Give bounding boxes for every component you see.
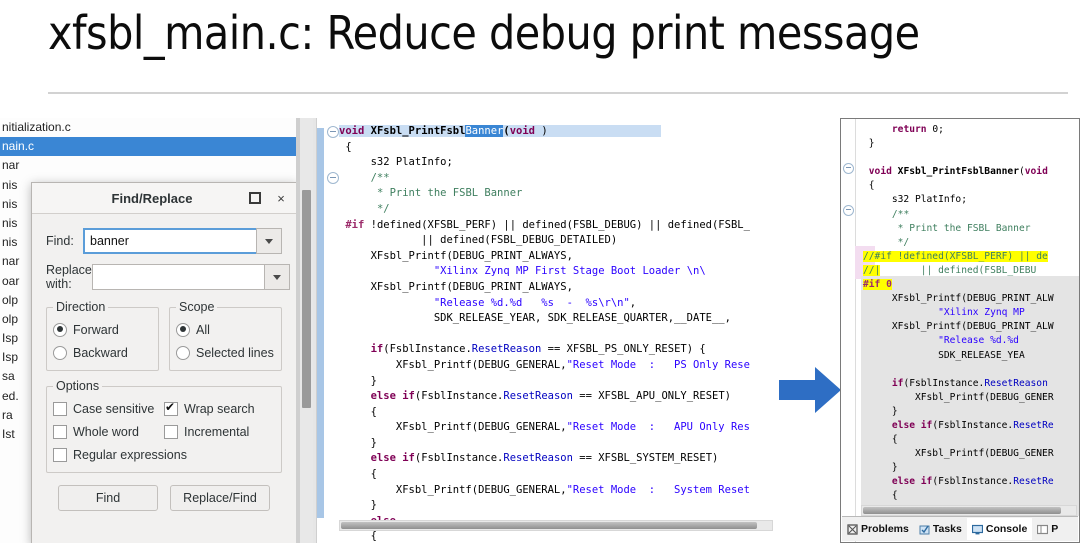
options-group: Options Case sensitive Wrap search Whole w… [46, 379, 282, 473]
direction-option-backward[interactable]: Backward [53, 341, 152, 364]
option-case-sensitive[interactable]: Case sensitive [53, 397, 164, 420]
dialog-titlebar[interactable]: Find/Replace × [32, 183, 296, 214]
option-label: Incremental [184, 424, 250, 439]
option-label: Regular expressions [73, 447, 187, 462]
replace-combo[interactable] [91, 264, 290, 290]
option-wrap-search[interactable]: Wrap search [164, 397, 275, 420]
option-label: Wrap search [184, 401, 255, 416]
radio-icon[interactable] [53, 322, 67, 337]
scope-option-all[interactable]: All [176, 318, 275, 341]
checkbox-icon[interactable] [53, 424, 67, 439]
option-whole-word[interactable]: Whole word [53, 420, 164, 443]
replace-input[interactable] [91, 264, 264, 290]
option-label: All [196, 322, 210, 337]
explorer-vscrollbar[interactable] [300, 118, 313, 543]
explorer-vscroll-thumb[interactable] [302, 190, 311, 408]
direction-options[interactable]: Forward Backward [53, 318, 152, 364]
scope-group: Scope All Selected lines [169, 300, 282, 371]
radio-icon[interactable] [176, 322, 190, 337]
file-list-item[interactable]: nitialization.c [0, 118, 300, 137]
editor-change-bar [317, 128, 324, 518]
fold-collapse-icon[interactable] [327, 172, 339, 184]
ide-screenshot: nitialization.c nain.c nar nis nis nis nis nar o… [0, 118, 1080, 543]
view-tab-problems[interactable]: Problems [842, 523, 914, 535]
view-tab-console[interactable]: Console [966, 518, 1033, 540]
option-label: Whole word [73, 424, 139, 439]
options-legend: Options [56, 379, 100, 393]
close-icon[interactable]: × [270, 187, 292, 209]
checkbox-icon[interactable] [53, 447, 67, 462]
editor-hscroll-thumb[interactable] [341, 522, 757, 529]
slide-root: xfsbl_main.c: Reduce debug print message… [0, 0, 1080, 543]
direction-option-forward[interactable]: Forward [53, 318, 152, 341]
code-editor[interactable]: void XFsbl_PrintFsblBanner(void ) { s32 … [316, 118, 787, 543]
checkbox-icon[interactable] [53, 401, 67, 416]
radio-icon[interactable] [53, 345, 67, 360]
view-tab-tasks[interactable]: Tasks [914, 523, 967, 535]
find-combo[interactable] [83, 228, 282, 254]
view-tab-label: P [1051, 523, 1059, 535]
modified-source[interactable]: return 0; } void XFsbl_PrintFsblBanner(v… [863, 123, 1054, 542]
title-divider [48, 92, 1068, 94]
replace-label: Replace with: [46, 263, 92, 291]
editor-fold-gutter[interactable] [325, 118, 339, 543]
view-tab-label: Console [985, 523, 1028, 535]
console-icon [971, 524, 983, 535]
find-button[interactable]: Find [58, 485, 158, 511]
editor-hscrollbar[interactable] [339, 520, 773, 531]
file-list-item[interactable]: nar [0, 156, 300, 175]
right-hscrollbar[interactable] [861, 505, 1077, 516]
checkbox-icon[interactable] [164, 400, 178, 416]
direction-scope-row: Direction Forward Backward Scope All Selec… [46, 300, 282, 371]
replace-history-chevron-down-icon[interactable] [263, 264, 290, 290]
fold-collapse-icon[interactable] [327, 126, 339, 138]
scope-options[interactable]: All Selected lines [176, 318, 275, 364]
option-label: Selected lines [196, 345, 274, 360]
view-tab-p[interactable]: P [1032, 523, 1063, 535]
fold-collapse-icon[interactable] [843, 163, 854, 174]
option-label: Case sensitive [73, 401, 155, 416]
find-row: Find: [46, 228, 282, 254]
scope-option-selected-lines[interactable]: Selected lines [176, 341, 275, 364]
tasks-icon [919, 524, 930, 535]
page-title: xfsbl_main.c: Reduce debug print message [48, 6, 920, 60]
find-input[interactable] [83, 228, 256, 254]
scope-legend: Scope [179, 300, 215, 314]
view-tab-label: Problems [861, 523, 909, 535]
find-label: Find: [46, 234, 74, 248]
checkbox-icon[interactable] [164, 424, 178, 439]
dialog-buttons[interactable]: Find Replace/Find [46, 485, 282, 511]
direction-group: Direction Forward Backward [46, 300, 159, 371]
maximize-icon[interactable] [244, 187, 266, 209]
replace-find-button[interactable]: Replace/Find [170, 485, 270, 511]
editor-source[interactable]: void XFsbl_PrintFsblBanner(void ) { s32 … [339, 124, 750, 543]
properties-icon [1037, 524, 1049, 535]
transition-arrow-icon [779, 364, 841, 416]
fold-collapse-icon[interactable] [843, 205, 854, 216]
option-incremental[interactable]: Incremental [164, 420, 275, 443]
view-tabbar[interactable]: Problems Tasks Console P [842, 516, 1078, 541]
modified-code-panel[interactable]: return 0; } void XFsbl_PrintFsblBanner(v… [840, 118, 1080, 543]
replace-row: Replace with: [46, 263, 290, 291]
options-checkboxes[interactable]: Case sensitive Wrap search Whole word Incre… [53, 397, 275, 466]
dialog-title: Find/Replace [111, 190, 193, 206]
dialog-body: Find: Replace with: Direction [32, 214, 296, 511]
right-fold-gutter[interactable] [841, 119, 856, 542]
view-tab-label: Tasks [932, 523, 962, 535]
problems-icon [847, 523, 858, 535]
find-history-chevron-down-icon[interactable] [256, 228, 282, 254]
file-list-item[interactable]: nain.c [0, 137, 300, 157]
right-hscroll-thumb[interactable] [863, 507, 1061, 514]
radio-icon[interactable] [176, 345, 190, 360]
option-label: Forward [73, 322, 119, 337]
option-regular-expressions[interactable]: Regular expressions [53, 443, 275, 466]
find-replace-dialog[interactable]: Find/Replace × Find: Replace with: [31, 182, 297, 543]
option-label: Backward [73, 345, 128, 360]
direction-legend: Direction [56, 300, 106, 314]
